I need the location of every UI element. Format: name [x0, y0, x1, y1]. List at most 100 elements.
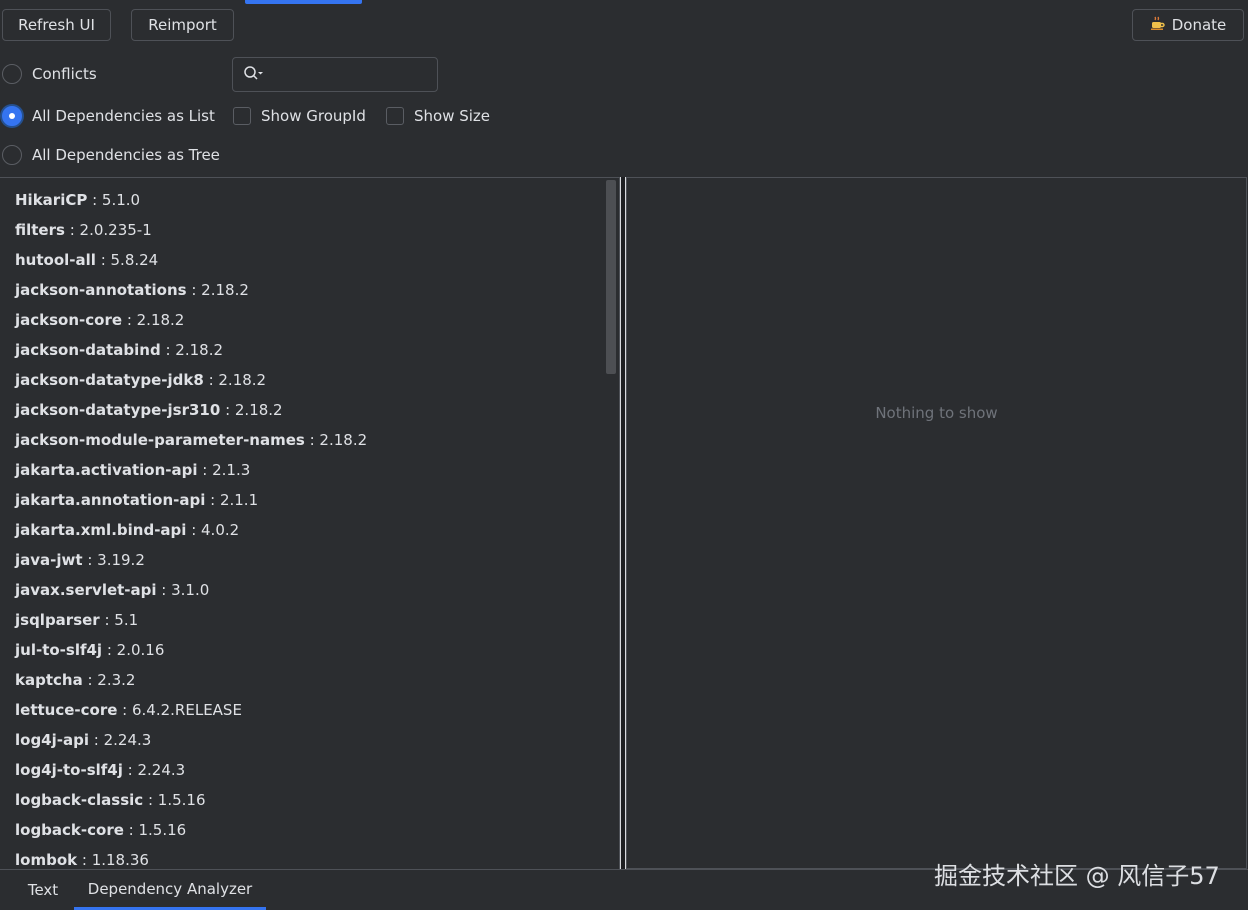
list-scrollbar[interactable]	[606, 180, 616, 374]
dependency-version: : 2.18.2	[304, 431, 368, 449]
dependency-name: kaptcha	[15, 671, 83, 689]
dependency-version: : 3.1.0	[156, 581, 210, 599]
show-size-label: Show Size	[414, 107, 491, 125]
active-tab-indicator	[245, 0, 362, 4]
show-size-option[interactable]: Show Size	[386, 107, 490, 125]
search-field[interactable]	[232, 57, 438, 92]
show-groupid-checkbox[interactable]	[233, 107, 251, 125]
list-item[interactable]: jsqlparser : 5.1	[15, 605, 599, 635]
dependency-name: hutool-all	[15, 251, 96, 269]
donate-button[interactable]: Donate	[1132, 9, 1244, 41]
dependency-version: : 2.0.16	[102, 641, 165, 659]
list-item[interactable]: lettuce-core : 6.4.2.RELEASE	[15, 695, 599, 725]
dependency-version: : 1.5.16	[123, 821, 187, 839]
dependency-version: : 4.0.2	[186, 521, 240, 539]
show-groupid-option[interactable]: Show GroupId	[233, 107, 366, 125]
list-item[interactable]: HikariCP : 5.1.0	[15, 185, 599, 215]
list-item[interactable]: javax.servlet-api : 3.1.0	[15, 575, 599, 605]
dependency-name: filters	[15, 221, 65, 239]
dependency-name: jakarta.activation-api	[15, 461, 198, 479]
dependency-version: : 3.19.2	[82, 551, 145, 569]
dependency-name: jackson-databind	[15, 341, 161, 359]
coffee-icon	[1150, 15, 1166, 35]
list-item[interactable]: jackson-datatype-jsr310 : 2.18.2	[15, 395, 599, 425]
dependency-version: : 5.8.24	[95, 251, 159, 269]
list-item[interactable]: jackson-annotations : 2.18.2	[15, 275, 599, 305]
dependency-version: : 5.1	[99, 611, 139, 629]
list-item[interactable]: filters : 2.0.235-1	[15, 215, 599, 245]
radio-label-tree: All Dependencies as Tree	[32, 146, 220, 164]
dependency-name: jackson-datatype-jsr310	[15, 401, 221, 419]
dependency-list: HikariCP : 5.1.0 filters : 2.0.235-1 hutoo…	[15, 185, 599, 869]
list-item[interactable]: java-jwt : 3.19.2	[15, 545, 599, 575]
dependency-name: jackson-annotations	[15, 281, 187, 299]
list-item[interactable]: jackson-module-parameter-names : 2.18.2	[15, 425, 599, 455]
dependency-name: jackson-datatype-jdk8	[15, 371, 204, 389]
reimport-button[interactable]: Reimport	[131, 9, 234, 41]
dependency-name: logback-core	[15, 821, 124, 839]
radio-tree[interactable]: All Dependencies as Tree	[2, 145, 220, 165]
dependency-name: jakarta.annotation-api	[15, 491, 206, 509]
radio-conflicts[interactable]: Conflicts	[2, 64, 97, 84]
dependency-version: : 2.24.3	[89, 731, 152, 749]
show-size-checkbox[interactable]	[386, 107, 404, 125]
list-item[interactable]: logback-classic : 1.5.16	[15, 785, 599, 815]
list-item[interactable]: logback-core : 1.5.16	[15, 815, 599, 845]
radio-button-selected[interactable]	[2, 106, 22, 126]
dependency-version: : 6.4.2.RELEASE	[117, 701, 242, 719]
dependency-version: : 2.1.1	[205, 491, 259, 509]
donate-label: Donate	[1171, 16, 1227, 34]
dependency-name: lettuce-core	[15, 701, 118, 719]
empty-state-text: Nothing to show	[875, 404, 998, 422]
list-item[interactable]: jackson-core : 2.18.2	[15, 305, 599, 335]
dependency-name: javax.servlet-api	[15, 581, 157, 599]
dependency-version: : 2.1.3	[197, 461, 251, 479]
dependency-version: : 2.0.235-1	[64, 221, 152, 239]
dependency-version: : 2.18.2	[186, 281, 249, 299]
details-panel: Nothing to show	[626, 177, 1247, 869]
radio-button[interactable]	[2, 64, 22, 84]
tab-dependency-analyzer[interactable]: Dependency Analyzer	[74, 870, 266, 910]
dependency-name: lombok	[15, 851, 78, 869]
search-input[interactable]	[269, 65, 437, 84]
list-item[interactable]: kaptcha : 2.3.2	[15, 665, 599, 695]
dependency-list-panel: HikariCP : 5.1.0 filters : 2.0.235-1 hutoo…	[0, 177, 620, 869]
list-item[interactable]: log4j-to-slf4j : 2.24.3	[15, 755, 599, 785]
refresh-ui-button[interactable]: Refresh UI	[2, 9, 111, 41]
list-item[interactable]: jul-to-slf4j : 2.0.16	[15, 635, 599, 665]
list-item[interactable]: lombok : 1.18.36	[15, 845, 599, 869]
dependency-name: jul-to-slf4j	[15, 641, 103, 659]
dependency-version: : 1.5.16	[143, 791, 206, 809]
dependency-name: log4j-api	[15, 731, 89, 749]
list-item[interactable]: jackson-datatype-jdk8 : 2.18.2	[15, 365, 599, 395]
list-item[interactable]: jackson-databind : 2.18.2	[15, 335, 599, 365]
dependency-name: jakarta.xml.bind-api	[15, 521, 187, 539]
dependency-version: : 2.18.2	[122, 311, 185, 329]
dependency-name: logback-classic	[15, 791, 144, 809]
list-item[interactable]: jakarta.activation-api : 2.1.3	[15, 455, 599, 485]
list-item[interactable]: hutool-all : 5.8.24	[15, 245, 599, 275]
search-icon	[243, 65, 265, 85]
dependency-name: jsqlparser	[15, 611, 100, 629]
dependency-version: : 2.24.3	[122, 761, 186, 779]
dependency-version: : 2.18.2	[160, 341, 224, 359]
radio-label-list: All Dependencies as List	[32, 107, 215, 125]
radio-button[interactable]	[2, 145, 22, 165]
list-item[interactable]: jakarta.xml.bind-api : 4.0.2	[15, 515, 599, 545]
list-item[interactable]: log4j-api : 2.24.3	[15, 725, 599, 755]
list-item[interactable]: jakarta.annotation-api : 2.1.1	[15, 485, 599, 515]
dependency-version: : 1.18.36	[77, 851, 149, 869]
dependency-name: java-jwt	[15, 551, 83, 569]
dependency-version: : 2.18.2	[203, 371, 267, 389]
tab-text[interactable]: Text	[16, 870, 70, 910]
watermark: 掘金技术社区 @ 风信子57	[934, 862, 1220, 890]
dependency-version: : 2.3.2	[82, 671, 136, 689]
dependency-name: jackson-core	[15, 311, 123, 329]
radio-list[interactable]: All Dependencies as List	[2, 106, 215, 126]
dependency-name: log4j-to-slf4j	[15, 761, 123, 779]
dependency-version: : 2.18.2	[220, 401, 283, 419]
dependency-name: jackson-module-parameter-names	[15, 431, 305, 449]
dependency-name: HikariCP	[15, 191, 88, 209]
dependency-version: : 5.1.0	[87, 191, 141, 209]
radio-label-conflicts: Conflicts	[32, 65, 97, 83]
